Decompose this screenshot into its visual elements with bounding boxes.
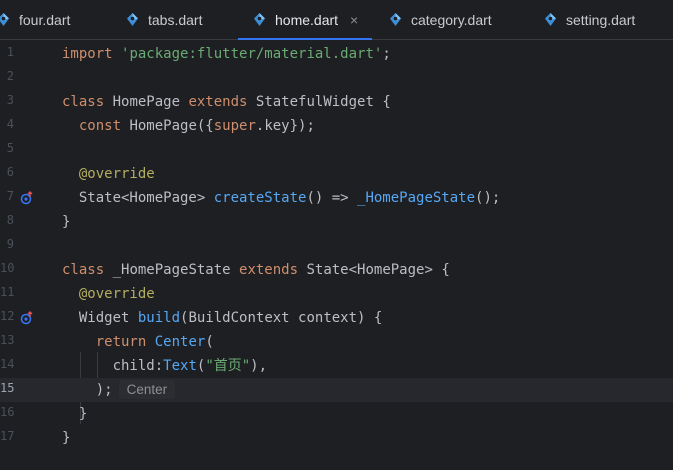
code-line: 13 return Center( bbox=[0, 333, 214, 350]
code-line: 12 Widget build(BuildContext context) { bbox=[0, 309, 383, 326]
line-number: 6 bbox=[6, 165, 14, 179]
line-number: 14 bbox=[0, 357, 15, 371]
line-number: 13 bbox=[0, 333, 15, 347]
line-number: 4 bbox=[6, 117, 14, 131]
tab-label: setting.dart bbox=[566, 11, 636, 28]
line-number: 5 bbox=[6, 141, 14, 155]
code-line: 7 State<HomePage> createState() => _Home… bbox=[0, 186, 673, 210]
dart-icon bbox=[0, 12, 11, 27]
tab-home-dart[interactable]: home.dart × bbox=[238, 0, 373, 41]
tab-label: four.dart bbox=[19, 11, 71, 28]
code-editor[interactable]: 1 import 'package:flutter/material.dart'… bbox=[0, 40, 673, 470]
line-number: 7 bbox=[6, 189, 14, 203]
tab-label: home.dart bbox=[275, 11, 339, 28]
line-number: 1 bbox=[6, 45, 14, 59]
code-line: 4 const HomePage({super.key}); bbox=[0, 114, 673, 138]
close-icon[interactable]: × bbox=[350, 12, 358, 28]
code-line: 9 bbox=[0, 234, 673, 258]
tab-four-dart[interactable]: four.dart bbox=[0, 0, 70, 39]
line-number: 11 bbox=[0, 285, 15, 299]
override-method-icon[interactable] bbox=[20, 311, 34, 325]
code-line: 14 child:Text("首页"), bbox=[0, 357, 268, 374]
code-line: 6 @override bbox=[0, 162, 673, 186]
line-number: 2 bbox=[6, 69, 14, 83]
code-line-current: 15 ); Center bbox=[0, 378, 673, 402]
line-number: 3 bbox=[6, 93, 14, 107]
override-method-icon[interactable] bbox=[20, 191, 34, 205]
code-line: 2 bbox=[0, 66, 673, 90]
dart-icon bbox=[543, 12, 558, 27]
tab-category-dart[interactable]: category.dart bbox=[388, 0, 492, 39]
line-number: 10 bbox=[0, 261, 15, 275]
line-number: 8 bbox=[6, 213, 14, 227]
code-line: 10 class _HomePageState extends State<Ho… bbox=[0, 261, 450, 278]
code-line: 8 } bbox=[0, 210, 673, 234]
line-number: 9 bbox=[6, 237, 14, 251]
dart-icon bbox=[388, 12, 403, 27]
code-line: 3 class HomePage extends StatefulWidget … bbox=[0, 90, 673, 114]
line-number: 16 bbox=[0, 405, 15, 419]
code-line: 1 import 'package:flutter/material.dart'… bbox=[0, 42, 673, 66]
code-line: 11 @override bbox=[0, 285, 155, 302]
tab-setting-dart[interactable]: setting.dart bbox=[543, 0, 635, 39]
tab-label: tabs.dart bbox=[148, 11, 203, 28]
tab-label: category.dart bbox=[411, 11, 492, 28]
dart-icon bbox=[252, 12, 267, 27]
dart-icon bbox=[125, 12, 140, 27]
code-line: 5 bbox=[0, 138, 673, 162]
line-number: 17 bbox=[0, 429, 15, 443]
editor-tab-bar: four.dart tabs.dart home.dart × category… bbox=[0, 0, 673, 41]
tab-tabs-dart[interactable]: tabs.dart bbox=[125, 0, 202, 39]
code-line: 17 } bbox=[0, 429, 71, 446]
line-number: 12 bbox=[0, 309, 15, 323]
line-number: 15 bbox=[0, 381, 15, 395]
closing-label-hint: Center bbox=[118, 380, 176, 399]
code-line: 16 } bbox=[0, 405, 88, 422]
